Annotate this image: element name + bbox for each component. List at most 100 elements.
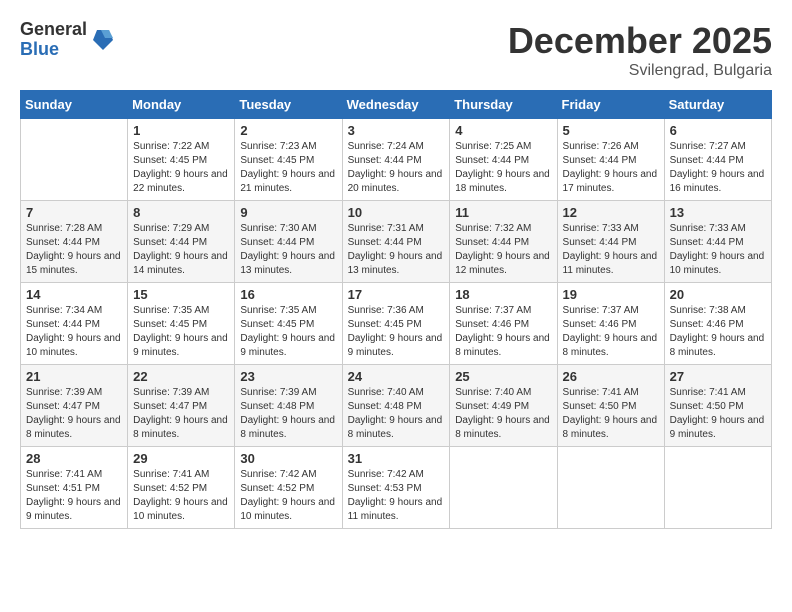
- day-number: 17: [348, 287, 445, 302]
- cell-details: Sunrise: 7:33 AM Sunset: 4:44 PM Dayligh…: [563, 222, 659, 278]
- day-number: 25: [455, 369, 551, 384]
- cell-details: Sunrise: 7:40 AM Sunset: 4:48 PM Dayligh…: [348, 386, 445, 442]
- location: Svilengrad, Bulgaria: [508, 62, 772, 80]
- cell-details: Sunrise: 7:41 AM Sunset: 4:51 PM Dayligh…: [26, 468, 122, 524]
- day-number: 19: [563, 287, 659, 302]
- day-number: 8: [133, 205, 229, 220]
- month-title: December 2025: [508, 20, 772, 62]
- logo-blue-text: Blue: [20, 40, 87, 60]
- calendar-cell: 25Sunrise: 7:40 AM Sunset: 4:49 PM Dayli…: [450, 365, 557, 447]
- cell-details: Sunrise: 7:30 AM Sunset: 4:44 PM Dayligh…: [240, 222, 336, 278]
- day-number: 12: [563, 205, 659, 220]
- day-number: 6: [670, 123, 766, 138]
- day-number: 29: [133, 451, 229, 466]
- calendar-cell: 26 Sunrise: 7:41 AM Sunset: 4:50 PM Dayli…: [557, 365, 664, 447]
- calendar-cell: 12 Sunrise: 7:33 AM Sunset: 4:44 PM Dayli…: [557, 201, 664, 283]
- cell-details: Sunrise: 7:33 AM Sunset: 4:44 PM Dayligh…: [670, 222, 766, 278]
- day-number: 23: [240, 369, 336, 384]
- logo: General Blue: [20, 20, 113, 60]
- title-section: December 2025 Svilengrad, Bulgaria: [508, 20, 772, 80]
- day-number: 24: [348, 369, 445, 384]
- cell-details: Sunrise: 7:32 AM Sunset: 4:44 PM Dayligh…: [455, 222, 551, 278]
- cell-details: Sunrise: 7:22 AM Sunset: 4:45 PM Dayligh…: [133, 140, 229, 196]
- calendar-weekday-header: Sunday: [21, 91, 128, 119]
- calendar-cell: 1 Sunrise: 7:22 AM Sunset: 4:45 PM Daylig…: [128, 119, 235, 201]
- day-number: 13: [670, 205, 766, 220]
- cell-details: Sunrise: 7:42 AM Sunset: 4:53 PM Dayligh…: [348, 468, 445, 524]
- calendar-cell: 3Sunrise: 7:24 AM Sunset: 4:44 PM Daylig…: [342, 119, 450, 201]
- calendar-weekday-header: Wednesday: [342, 91, 450, 119]
- day-number: 5: [563, 123, 659, 138]
- day-number: 11: [455, 205, 551, 220]
- day-number: 15: [133, 287, 229, 302]
- calendar-cell: 13 Sunrise: 7:33 AM Sunset: 4:44 PM Dayli…: [664, 201, 771, 283]
- day-number: 4: [455, 123, 551, 138]
- calendar-cell: 30 Sunrise: 7:42 AM Sunset: 4:52 PM Dayli…: [235, 447, 342, 529]
- calendar-cell: 11 Sunrise: 7:32 AM Sunset: 4:44 PM Dayli…: [450, 201, 557, 283]
- cell-details: Sunrise: 7:41 AM Sunset: 4:52 PM Dayligh…: [133, 468, 229, 524]
- calendar-week-row: 7Sunrise: 7:28 AM Sunset: 4:44 PM Daylig…: [21, 201, 772, 283]
- page-header: General Blue December 2025 Svilengrad, B…: [20, 20, 772, 80]
- calendar-cell: 15 Sunrise: 7:35 AM Sunset: 4:45 PM Dayli…: [128, 283, 235, 365]
- calendar-cell: [557, 447, 664, 529]
- calendar-cell: 24 Sunrise: 7:40 AM Sunset: 4:48 PM Dayli…: [342, 365, 450, 447]
- day-number: 31: [348, 451, 445, 466]
- cell-details: Sunrise: 7:35 AM Sunset: 4:45 PM Dayligh…: [133, 304, 229, 360]
- day-number: 21: [26, 369, 122, 384]
- calendar-cell: 4 Sunrise: 7:25 AM Sunset: 4:44 PM Daylig…: [450, 119, 557, 201]
- calendar-cell: 9 Sunrise: 7:30 AM Sunset: 4:44 PM Daylig…: [235, 201, 342, 283]
- calendar-cell: 16 Sunrise: 7:35 AM Sunset: 4:45 PM Dayli…: [235, 283, 342, 365]
- cell-details: Sunrise: 7:38 AM Sunset: 4:46 PM Dayligh…: [670, 304, 766, 360]
- calendar-cell: 23 Sunrise: 7:39 AM Sunset: 4:48 PM Dayli…: [235, 365, 342, 447]
- cell-details: Sunrise: 7:29 AM Sunset: 4:44 PM Dayligh…: [133, 222, 229, 278]
- day-number: 2: [240, 123, 336, 138]
- day-number: 27: [670, 369, 766, 384]
- calendar-cell: 14 Sunrise: 7:34 AM Sunset: 4:44 PM Dayli…: [21, 283, 128, 365]
- cell-details: Sunrise: 7:41 AM Sunset: 4:50 PM Dayligh…: [563, 386, 659, 442]
- calendar-cell: [450, 447, 557, 529]
- calendar-cell: 6 Sunrise: 7:27 AM Sunset: 4:44 PM Daylig…: [664, 119, 771, 201]
- cell-details: Sunrise: 7:35 AM Sunset: 4:45 PM Dayligh…: [240, 304, 336, 360]
- cell-details: Sunrise: 7:34 AM Sunset: 4:44 PM Dayligh…: [26, 304, 122, 360]
- calendar-weekday-header: Friday: [557, 91, 664, 119]
- cell-details: Sunrise: 7:28 AM Sunset: 4:44 PM Dayligh…: [26, 222, 122, 278]
- cell-details: Sunrise: 7:42 AM Sunset: 4:52 PM Dayligh…: [240, 468, 336, 524]
- calendar-cell: 20 Sunrise: 7:38 AM Sunset: 4:46 PM Dayli…: [664, 283, 771, 365]
- calendar-weekday-header: Thursday: [450, 91, 557, 119]
- day-number: 16: [240, 287, 336, 302]
- cell-details: Sunrise: 7:41 AM Sunset: 4:50 PM Dayligh…: [670, 386, 766, 442]
- calendar-cell: [21, 119, 128, 201]
- cell-details: Sunrise: 7:27 AM Sunset: 4:44 PM Dayligh…: [670, 140, 766, 196]
- day-number: 18: [455, 287, 551, 302]
- calendar-cell: 10 Sunrise: 7:31 AM Sunset: 4:44 PM Dayli…: [342, 201, 450, 283]
- day-number: 3: [348, 123, 445, 138]
- day-number: 1: [133, 123, 229, 138]
- cell-details: Sunrise: 7:37 AM Sunset: 4:46 PM Dayligh…: [455, 304, 551, 360]
- calendar-week-row: 28 Sunrise: 7:41 AM Sunset: 4:51 PM Dayli…: [21, 447, 772, 529]
- day-number: 9: [240, 205, 336, 220]
- day-number: 20: [670, 287, 766, 302]
- day-number: 10: [348, 205, 445, 220]
- day-number: 14: [26, 287, 122, 302]
- cell-details: Sunrise: 7:25 AM Sunset: 4:44 PM Dayligh…: [455, 140, 551, 196]
- cell-details: Sunrise: 7:39 AM Sunset: 4:47 PM Dayligh…: [26, 386, 122, 442]
- day-number: 22: [133, 369, 229, 384]
- calendar-cell: 21 Sunrise: 7:39 AM Sunset: 4:47 PM Dayli…: [21, 365, 128, 447]
- calendar-cell: 7Sunrise: 7:28 AM Sunset: 4:44 PM Daylig…: [21, 201, 128, 283]
- day-number: 28: [26, 451, 122, 466]
- cell-details: Sunrise: 7:39 AM Sunset: 4:48 PM Dayligh…: [240, 386, 336, 442]
- logo-general-text: General: [20, 20, 87, 40]
- calendar-weekday-header: Tuesday: [235, 91, 342, 119]
- calendar-cell: 27 Sunrise: 7:41 AM Sunset: 4:50 PM Dayli…: [664, 365, 771, 447]
- cell-details: Sunrise: 7:31 AM Sunset: 4:44 PM Dayligh…: [348, 222, 445, 278]
- calendar-cell: 2Sunrise: 7:23 AM Sunset: 4:45 PM Daylig…: [235, 119, 342, 201]
- calendar-cell: 17 Sunrise: 7:36 AM Sunset: 4:45 PM Dayli…: [342, 283, 450, 365]
- day-number: 26: [563, 369, 659, 384]
- cell-details: Sunrise: 7:36 AM Sunset: 4:45 PM Dayligh…: [348, 304, 445, 360]
- logo-icon: [93, 28, 113, 52]
- calendar-cell: 19 Sunrise: 7:37 AM Sunset: 4:46 PM Dayli…: [557, 283, 664, 365]
- calendar-cell: 28 Sunrise: 7:41 AM Sunset: 4:51 PM Dayli…: [21, 447, 128, 529]
- calendar-week-row: 1 Sunrise: 7:22 AM Sunset: 4:45 PM Daylig…: [21, 119, 772, 201]
- day-number: 30: [240, 451, 336, 466]
- cell-details: Sunrise: 7:37 AM Sunset: 4:46 PM Dayligh…: [563, 304, 659, 360]
